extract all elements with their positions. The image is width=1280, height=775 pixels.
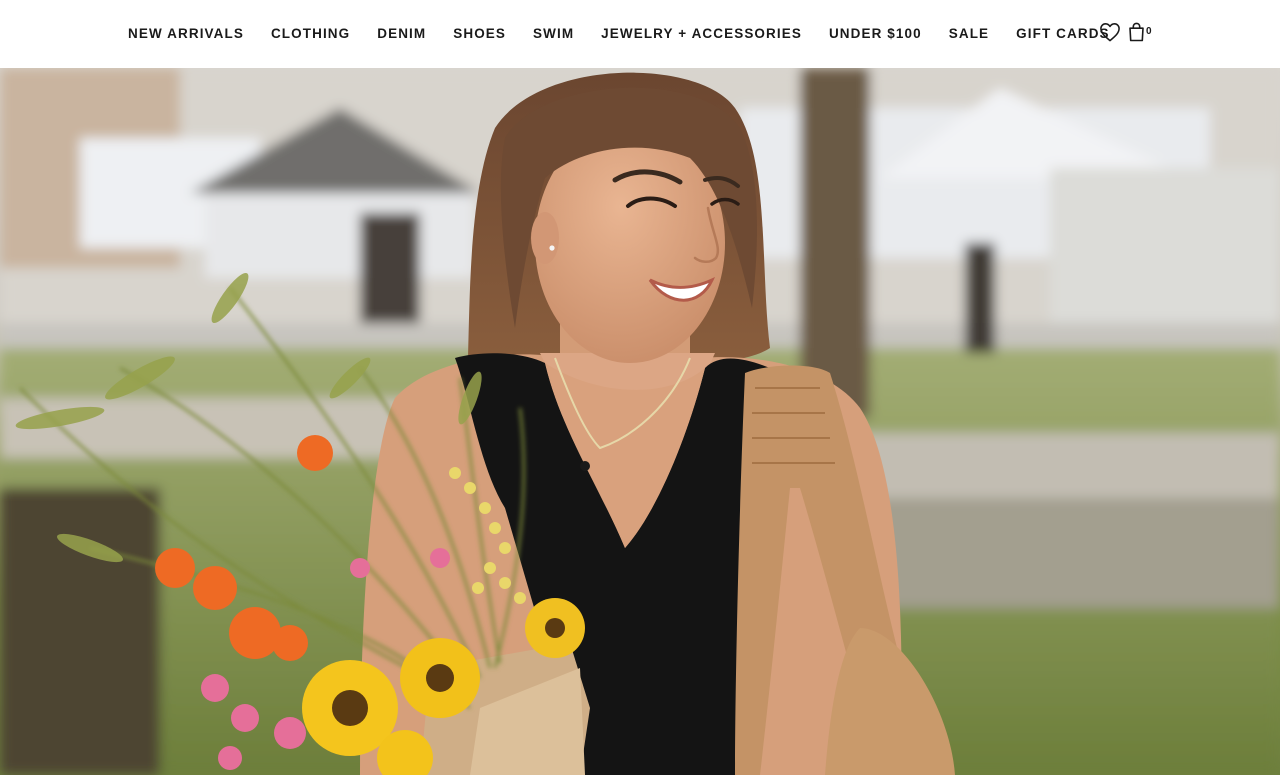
main-nav: NEW ARRIVALS CLOTHING DENIM SHOES SWIM J… (128, 0, 1110, 66)
nav-item-swim[interactable]: SWIM (533, 26, 574, 41)
hero-banner[interactable] (0, 68, 1280, 775)
shopping-bag-icon (1129, 22, 1144, 42)
cart-count: 0 (1146, 25, 1152, 37)
cart-button[interactable]: 0 (1128, 20, 1152, 44)
nav-item-shoes[interactable]: SHOES (453, 26, 506, 41)
wishlist-button[interactable] (1098, 20, 1122, 44)
nav-item-gift-cards[interactable]: GIFT CARDS (1016, 26, 1110, 41)
nav-item-under-100[interactable]: UNDER $100 (829, 26, 922, 41)
nav-item-sale[interactable]: SALE (949, 26, 989, 41)
nav-item-new-arrivals[interactable]: NEW ARRIVALS (128, 26, 244, 41)
header-actions: 0 (1098, 20, 1152, 44)
nav-item-jewelry-accessories[interactable]: JEWELRY + ACCESSORIES (601, 26, 802, 41)
nav-item-denim[interactable]: DENIM (377, 26, 426, 41)
hero-image (0, 68, 1280, 775)
site-header: NEW ARRIVALS CLOTHING DENIM SHOES SWIM J… (0, 0, 1280, 68)
page: NEW ARRIVALS CLOTHING DENIM SHOES SWIM J… (0, 0, 1280, 775)
heart-icon (1100, 23, 1120, 42)
nav-item-clothing[interactable]: CLOTHING (271, 26, 350, 41)
